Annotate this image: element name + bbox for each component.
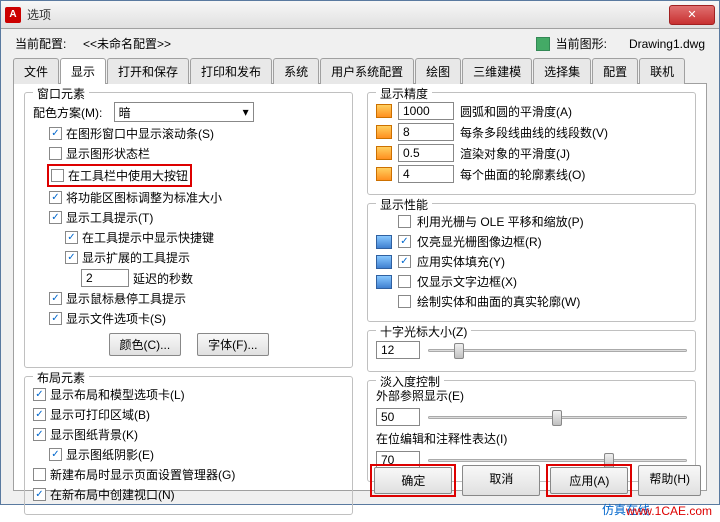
group-title-layout: 布局元素 xyxy=(33,369,89,386)
chk-print-area[interactable] xyxy=(33,408,46,421)
color-scheme-select[interactable]: 暗▾ xyxy=(114,102,254,122)
tab-drafting[interactable]: 绘图 xyxy=(415,58,461,84)
current-profile-value: <<未命名配置>> xyxy=(83,37,171,51)
tab-3d[interactable]: 三维建模 xyxy=(462,58,532,84)
chk-tooltips[interactable] xyxy=(49,211,62,224)
highlight-ok: 确定 xyxy=(370,464,456,497)
tab-userpref[interactable]: 用户系统配置 xyxy=(320,58,414,84)
chk-file-tabs[interactable] xyxy=(49,312,62,325)
chk-tip-shortcuts[interactable] xyxy=(65,231,78,244)
dwg-setting-icon xyxy=(376,125,392,139)
colors-button[interactable]: 颜色(C)... xyxy=(109,333,182,356)
group-layout-elements: 布局元素 显示布局和模型选项卡(L) 显示可打印区域(B) 显示图纸背景(K) … xyxy=(24,376,353,515)
group-title-perf: 显示性能 xyxy=(376,196,432,213)
tabs: 文件 显示 打开和保存 打印和发布 系统 用户系统配置 绘图 三维建模 选择集 … xyxy=(1,58,719,84)
chk-paper-shadow[interactable] xyxy=(49,448,62,461)
reg-setting-icon xyxy=(376,235,392,249)
chk-layout-tabs[interactable] xyxy=(33,388,46,401)
group-title-fade: 淡入度控制 xyxy=(376,373,444,390)
dwg-setting-icon xyxy=(376,104,392,118)
group-title-crosshair: 十字光标大小(Z) xyxy=(376,323,471,340)
chk-ext-tips[interactable] xyxy=(65,251,78,264)
xref-fade-value[interactable] xyxy=(376,408,420,426)
chk-ribbon-std[interactable] xyxy=(49,191,62,204)
chk-solid-fill[interactable] xyxy=(398,255,411,268)
render-smooth-input[interactable] xyxy=(398,144,454,162)
chk-raster-frame[interactable] xyxy=(398,235,411,248)
crosshair-value[interactable] xyxy=(376,341,420,359)
group-window-elements: 窗口元素 配色方案(M): 暗▾ 在图形窗口中显示滚动条(S) 显示图形状态栏 … xyxy=(24,92,353,368)
ok-button[interactable]: 确定 xyxy=(374,467,452,494)
chk-text-frame[interactable] xyxy=(398,275,411,288)
delay-input[interactable] xyxy=(81,269,129,287)
reg-setting-icon xyxy=(376,255,392,269)
chk-viewport-new[interactable] xyxy=(33,488,46,501)
dialog-buttons: 确定 取消 应用(A) 帮助(H) xyxy=(372,465,701,496)
arc-smooth-input[interactable] xyxy=(398,102,454,120)
close-button[interactable]: ✕ xyxy=(669,5,715,25)
xref-fade-slider[interactable] xyxy=(428,408,687,426)
current-drawing-label: 当前图形: xyxy=(556,35,607,52)
group-title-window: 窗口元素 xyxy=(33,85,89,102)
group-crosshair: 十字光标大小(Z) xyxy=(367,330,696,372)
watermark-url: www.1CAE.com xyxy=(626,504,712,518)
chk-panzoom[interactable] xyxy=(398,215,411,228)
chk-true-sil[interactable] xyxy=(398,295,411,308)
tab-opensave[interactable]: 打开和保存 xyxy=(107,58,189,84)
titlebar: A 选项 ✕ xyxy=(1,1,719,29)
apply-button[interactable]: 应用(A) xyxy=(550,467,628,494)
window-title: 选项 xyxy=(27,6,669,23)
edit-fade-label: 在位编辑和注释性表达(I) xyxy=(376,430,687,447)
chk-paper-bg[interactable] xyxy=(33,428,46,441)
chk-scrollbars[interactable] xyxy=(49,127,62,140)
profile-row: 当前配置: <<未命名配置>> 当前图形: Drawing1.dwg xyxy=(1,29,719,58)
tab-content: 窗口元素 配色方案(M): 暗▾ 在图形窗口中显示滚动条(S) 显示图形状态栏 … xyxy=(13,83,707,491)
current-drawing-value: Drawing1.dwg xyxy=(629,37,705,51)
dwg-setting-icon xyxy=(376,167,392,181)
tab-plot[interactable]: 打印和发布 xyxy=(190,58,272,84)
app-icon: A xyxy=(5,7,21,23)
help-button[interactable]: 帮助(H) xyxy=(638,465,701,496)
highlight-large-buttons: 在工具栏中使用大按钮 xyxy=(47,164,192,187)
tab-display[interactable]: 显示 xyxy=(60,58,106,84)
reg-setting-icon xyxy=(376,275,392,289)
chk-hover-tips[interactable] xyxy=(49,292,62,305)
crosshair-slider[interactable] xyxy=(428,341,687,359)
pline-seg-input[interactable] xyxy=(398,123,454,141)
color-scheme-label: 配色方案(M): xyxy=(33,104,102,121)
fonts-button[interactable]: 字体(F)... xyxy=(197,333,268,356)
tab-system[interactable]: 系统 xyxy=(273,58,319,84)
chk-large-buttons[interactable] xyxy=(51,169,64,182)
cancel-button[interactable]: 取消 xyxy=(462,465,540,496)
dwg-icon xyxy=(536,37,550,51)
surface-iso-input[interactable] xyxy=(398,165,454,183)
tab-profiles[interactable]: 配置 xyxy=(592,58,638,84)
tab-selection[interactable]: 选择集 xyxy=(533,58,591,84)
tab-online[interactable]: 联机 xyxy=(639,58,685,84)
group-title-precision: 显示精度 xyxy=(376,85,432,102)
group-display-precision: 显示精度 圆弧和圆的平滑度(A) 每条多段线曲线的线段数(V) 渲染对象的平滑度… xyxy=(367,92,696,195)
chk-pagesetup-new[interactable] xyxy=(33,468,46,481)
chk-statusbar[interactable] xyxy=(49,147,62,160)
dwg-setting-icon xyxy=(376,146,392,160)
tab-file[interactable]: 文件 xyxy=(13,58,59,84)
group-display-perf: 显示性能 利用光栅与 OLE 平移和缩放(P) 仅亮显光栅图像边框(R) 应用实… xyxy=(367,203,696,322)
current-profile-label: 当前配置: xyxy=(15,37,66,51)
highlight-apply: 应用(A) xyxy=(546,464,632,497)
